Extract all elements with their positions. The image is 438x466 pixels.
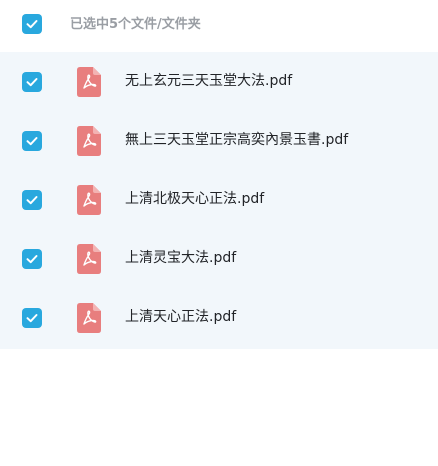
file-row[interactable]: 上清北极天心正法.pdf <box>0 170 438 229</box>
file-list: 无上玄元三天玉堂大法.pdf 無上三天玉堂正宗高奕內景玉書.pdf 上清北极天心… <box>0 52 438 349</box>
check-icon <box>26 314 38 323</box>
pdf-file-icon <box>77 185 101 215</box>
check-icon <box>26 196 38 205</box>
file-checkbox[interactable] <box>22 190 42 210</box>
file-checkbox[interactable] <box>22 72 42 92</box>
pdf-file-icon <box>77 303 101 333</box>
selection-header: 已选中5个文件/文件夹 <box>0 0 438 52</box>
pdf-file-icon <box>77 67 101 97</box>
select-all-checkbox[interactable] <box>22 14 42 34</box>
file-row[interactable]: 上清天心正法.pdf <box>0 288 438 347</box>
selection-count-title: 已选中5个文件/文件夹 <box>70 17 201 32</box>
file-checkbox[interactable] <box>22 308 42 328</box>
file-row[interactable]: 上清灵宝大法.pdf <box>0 229 438 288</box>
check-icon <box>26 20 38 29</box>
file-name: 上清灵宝大法.pdf <box>125 250 237 266</box>
file-name: 上清天心正法.pdf <box>125 309 237 325</box>
file-name: 無上三天玉堂正宗高奕內景玉書.pdf <box>125 132 349 148</box>
file-row[interactable]: 无上玄元三天玉堂大法.pdf <box>0 52 438 111</box>
check-icon <box>26 255 38 264</box>
check-icon <box>26 137 38 146</box>
pdf-file-icon <box>77 244 101 274</box>
file-name: 无上玄元三天玉堂大法.pdf <box>125 73 293 89</box>
file-checkbox[interactable] <box>22 131 42 151</box>
file-checkbox[interactable] <box>22 249 42 269</box>
check-icon <box>26 78 38 87</box>
file-row[interactable]: 無上三天玉堂正宗高奕內景玉書.pdf <box>0 111 438 170</box>
file-name: 上清北极天心正法.pdf <box>125 191 265 207</box>
pdf-file-icon <box>77 126 101 156</box>
